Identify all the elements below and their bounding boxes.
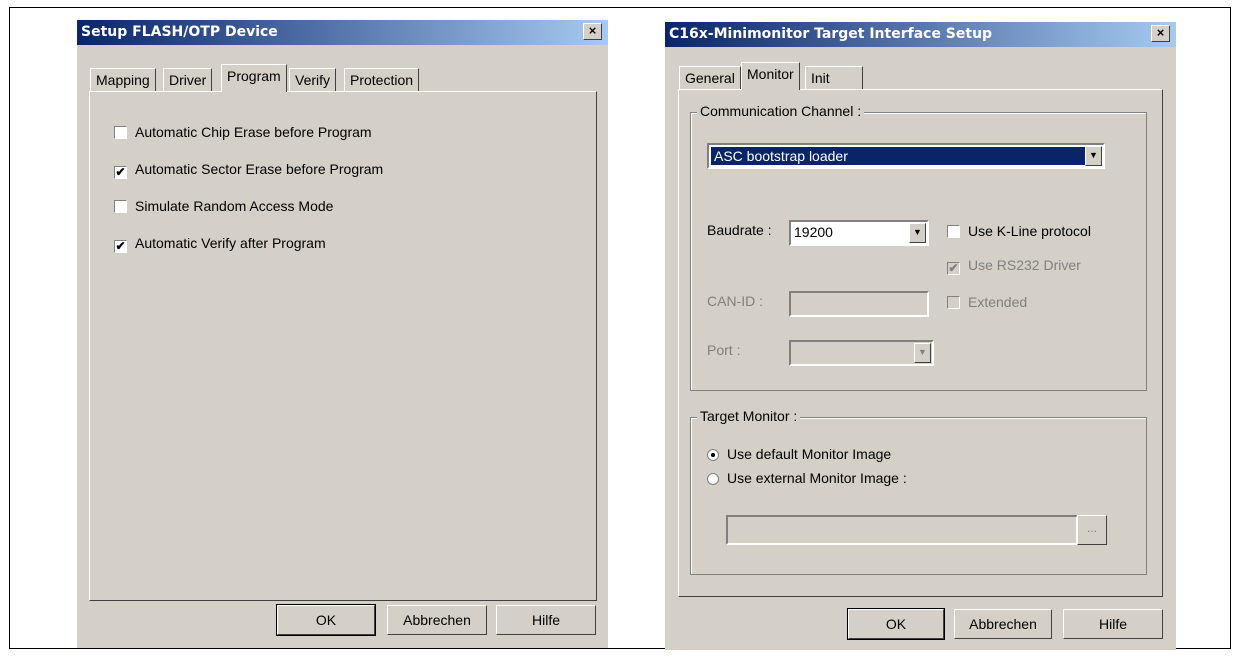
chevron-down-icon[interactable]: ▼ [909,223,926,243]
checkbox[interactable] [114,200,127,213]
channel-select[interactable]: ASC bootstrap loader ▼ [707,143,1105,169]
c16x-target-setup-dialog: C16x-Minimonitor Target Interface Setup … [665,22,1176,650]
tab-init[interactable]: Init [805,66,863,90]
use-default-monitor-option[interactable]: Use default Monitor Image [707,445,891,463]
option-label: Automatic Verify after Program [135,235,326,251]
tab-mapping[interactable]: Mapping [90,68,156,92]
extended-option: Extended [947,293,1027,311]
kline-option[interactable]: Use K-Line protocol [947,222,1091,240]
use-external-monitor-option[interactable]: Use external Monitor Image : [707,469,907,487]
option-label: Automatic Sector Erase before Program [135,161,384,177]
kline-label: Use K-Line protocol [968,223,1091,239]
communication-channel-group: Communication Channel : ASC bootstrap lo… [690,103,1147,391]
close-icon[interactable]: × [583,23,602,40]
ok-button[interactable]: OK [276,604,376,636]
port-select: ▼ [789,340,934,366]
monitor-tab-panel: Communication Channel : ASC bootstrap lo… [678,89,1163,597]
close-icon[interactable]: × [1151,25,1170,42]
checkbox[interactable] [947,225,960,238]
chevron-down-icon[interactable]: ▼ [1085,146,1102,166]
checkbox: ✔ [947,261,960,275]
checkbox[interactable]: ✔ [114,166,127,179]
ok-button[interactable]: OK [847,608,945,640]
checkbox[interactable]: ✔ [114,240,127,253]
tab-general[interactable]: General [679,66,741,90]
baudrate-value: 19200 [794,224,833,240]
cancel-button[interactable]: Abbrechen [387,605,487,635]
extended-label: Extended [968,294,1028,310]
checkbox[interactable] [114,126,127,139]
option-random-access[interactable]: Simulate Random Access Mode [114,197,333,215]
rs232-label: Use RS232 Driver [968,257,1081,273]
chevron-down-icon: ▼ [914,343,931,363]
option-sector-erase[interactable]: ✔ Automatic Sector Erase before Program [114,160,384,179]
browse-button: ... [1077,515,1107,545]
help-button[interactable]: Hilfe [496,605,596,635]
canid-input [789,291,929,317]
rs232-option: ✔ Use RS232 Driver [947,256,1081,275]
target-monitor-group: Target Monitor : Use default Monitor Ima… [690,408,1147,575]
dialog-title: C16x-Minimonitor Target Interface Setup [665,22,1176,47]
radio-button[interactable] [707,473,719,485]
option-auto-verify[interactable]: ✔ Automatic Verify after Program [114,234,326,253]
canid-label: CAN-ID : [707,293,763,309]
baudrate-label: Baudrate : [707,222,772,238]
port-label: Port : [707,342,741,358]
cancel-button[interactable]: Abbrechen [954,609,1052,639]
baudrate-select[interactable]: 19200 ▼ [789,220,929,246]
tab-verify[interactable]: Verify [289,68,337,92]
tab-driver[interactable]: Driver [163,68,213,92]
communication-channel-label: Communication Channel : [697,103,865,119]
option-label: Automatic Chip Erase before Program [135,124,372,140]
option-chip-erase[interactable]: Automatic Chip Erase before Program [114,123,372,141]
tab-monitor[interactable]: Monitor [741,62,800,90]
setup-flash-otp-dialog: Setup FLASH/OTP Device × Mapping Driver … [77,20,608,648]
channel-selected-value: ASC bootstrap loader [711,147,1086,165]
checkbox [947,296,960,309]
option-label: Simulate Random Access Mode [135,198,334,214]
radio-button[interactable] [707,449,719,461]
monitor-image-path [726,515,1078,545]
target-monitor-label: Target Monitor : [697,408,801,424]
program-tab-panel: Automatic Chip Erase before Program ✔ Aut… [89,91,597,601]
tab-protection[interactable]: Protection [344,68,420,92]
dialog-title: Setup FLASH/OTP Device [77,20,608,45]
tab-program[interactable]: Program [221,64,287,92]
external-monitor-label: Use external Monitor Image : [727,470,907,486]
help-button[interactable]: Hilfe [1063,609,1163,639]
default-monitor-label: Use default Monitor Image [727,446,892,462]
